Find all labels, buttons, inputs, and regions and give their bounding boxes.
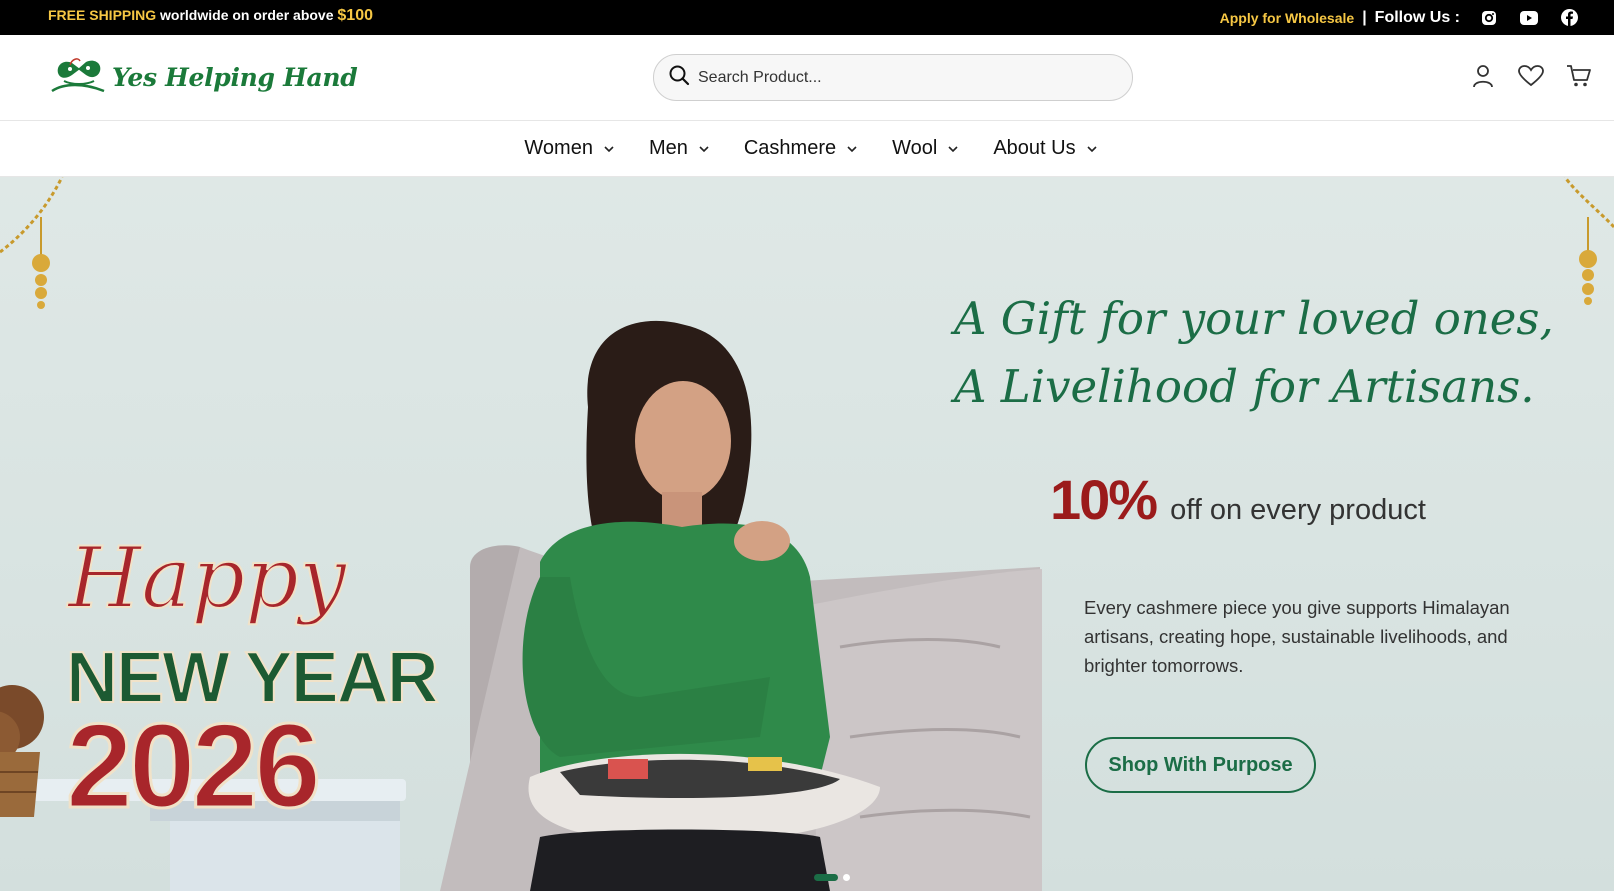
discount-percent: 10% — [1050, 468, 1158, 531]
instagram-icon[interactable] — [1478, 7, 1500, 29]
separator: | — [1362, 8, 1367, 26]
chevron-down-icon — [1087, 145, 1097, 152]
facebook-icon[interactable] — [1558, 7, 1580, 29]
nav-item-label: Wool — [892, 137, 938, 159]
search-bar[interactable] — [653, 54, 1133, 101]
promo-amount: $100 — [337, 7, 373, 24]
heart-icon[interactable] — [1518, 63, 1544, 89]
hero-banner[interactable]: Happy NEW YEAR 2026 A Gift for your love… — [0, 177, 1614, 891]
user-icon[interactable] — [1470, 63, 1496, 89]
discount-offer: 10% off on every product — [1050, 467, 1426, 532]
free-shipping-label: FREE SHIPPING — [48, 7, 157, 23]
site-header: Yes Helping Hand — [0, 35, 1614, 121]
nav-item-women[interactable]: Women — [524, 121, 615, 176]
slide-dot-1[interactable] — [814, 874, 838, 881]
main-navigation: Women Men Cashmere Wool About Us — [0, 121, 1614, 177]
nav-item-label: Cashmere — [743, 137, 837, 159]
chevron-down-icon — [604, 145, 614, 152]
chevron-down-icon — [699, 145, 709, 152]
garland-left-decoration — [0, 177, 64, 309]
nav-item-wool[interactable]: Wool — [892, 121, 959, 176]
search-icon[interactable] — [668, 64, 690, 91]
follow-us-label: Follow Us : — [1374, 8, 1460, 26]
cart-icon[interactable] — [1566, 63, 1592, 89]
hero-description: Every cashmere piece you give supports H… — [1084, 597, 1510, 676]
nav-item-label: Women — [524, 137, 593, 159]
shop-with-purpose-button[interactable]: Shop With Purpose — [1085, 737, 1316, 793]
chevron-down-icon — [847, 145, 857, 152]
nav-item-men[interactable]: Men — [649, 121, 710, 176]
nav-item-label: Men — [648, 137, 688, 159]
logo[interactable]: Yes Helping Hand — [50, 53, 358, 102]
search-input[interactable] — [698, 68, 1078, 87]
shipping-promo: FREE SHIPPING worldwide on order above $… — [48, 0, 373, 35]
topbar-right: Apply for Wholesale | Follow Us : — [1220, 0, 1580, 35]
wholesale-link[interactable]: Apply for Wholesale — [1220, 10, 1355, 26]
nav-item-about-us[interactable]: About Us — [993, 121, 1097, 176]
nav-item-cashmere[interactable]: Cashmere — [744, 121, 858, 176]
hands-logo-icon — [50, 53, 108, 102]
nav-item-label: About Us — [993, 137, 1076, 159]
slide-dot-2[interactable] — [843, 874, 850, 881]
slider-pagination — [814, 874, 850, 881]
announcement-bar: FREE SHIPPING worldwide on order above $… — [0, 0, 1614, 35]
greeting-line1: Happy — [66, 529, 348, 627]
hero-headline: A Gift for your loved ones, A Livelihood… — [954, 285, 1554, 421]
chevron-down-icon — [948, 145, 958, 152]
promo-text: worldwide on order above — [160, 7, 334, 23]
garland-right-decoration — [1563, 177, 1614, 305]
header-actions — [1470, 63, 1592, 89]
youtube-icon[interactable] — [1518, 7, 1540, 29]
discount-text: off on every product — [1170, 494, 1426, 526]
banner-year: 2026 — [66, 699, 317, 833]
logo-text: Yes Helping Hand — [112, 63, 358, 92]
headline-line2: A Livelihood for Artisans. — [954, 360, 1535, 413]
headline-line1: A Gift for your loved ones, — [954, 292, 1554, 345]
